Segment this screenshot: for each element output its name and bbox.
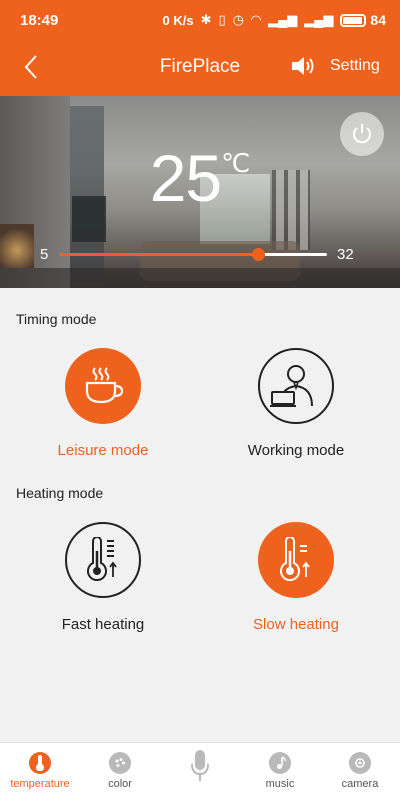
status-bar: 18:49 0 K/s ✱ ▯ ◷ ◠ ▂▄▆ ▂▄▆ 84 [0, 0, 400, 40]
bottom-navigation: temperature color music camera [0, 742, 400, 800]
heating-mode-label: Heating mode [16, 485, 104, 501]
alarm-icon: ◷ [232, 12, 244, 27]
slow-heating-button[interactable]: Slow heating [206, 522, 386, 633]
coffee-cup-icon [85, 367, 124, 404]
nav-music[interactable]: music [240, 743, 320, 800]
fast-heating-label: Fast heating [61, 616, 145, 633]
leisure-mode-circle [65, 348, 141, 424]
battery-level: 84 [370, 12, 386, 28]
leisure-mode-button[interactable]: Leisure mode [13, 348, 193, 459]
bluetooth-icon: ✱ [200, 12, 212, 27]
signal-icon-2: ▂▄▆ [304, 12, 334, 27]
vibrate-icon: ▯ [218, 12, 226, 27]
status-icons: 0 K/s ✱ ▯ ◷ ◠ ▂▄▆ ▂▄▆ 84 [163, 12, 387, 28]
nav-color-label: color [108, 778, 132, 790]
working-mode-label: Working mode [247, 442, 345, 459]
nav-temperature-label: temperature [10, 778, 70, 790]
setting-button[interactable]: Setting [330, 57, 380, 75]
thermometer-icon [29, 752, 51, 774]
camera-icon [349, 752, 371, 774]
temperature-unit: ℃ [221, 148, 251, 178]
slow-heating-circle [258, 522, 334, 598]
wifi-icon: ◠ [250, 12, 261, 27]
nav-temperature[interactable]: temperature [0, 743, 80, 800]
palette-icon [109, 752, 131, 774]
battery-indicator: 84 [340, 12, 386, 28]
speaker-icon [292, 57, 314, 75]
signal-icon: ▂▄▆ [267, 12, 298, 27]
person-laptop-icon [270, 365, 313, 407]
nav-color[interactable]: color [80, 743, 160, 800]
top-bar: 18:49 0 K/s ✱ ▯ ◷ ◠ ▂▄▆ ▂▄▆ 84 FirePlace [0, 0, 400, 96]
title-row: FirePlace Setting [0, 40, 400, 96]
temperature-slider[interactable] [60, 248, 327, 261]
microphone-icon [190, 749, 210, 781]
temperature-display: 25℃ [0, 140, 400, 216]
thermometer-slow-icon [280, 537, 310, 582]
temperature-value: 25 [149, 141, 222, 215]
status-time: 18:49 [20, 11, 59, 29]
nav-microphone[interactable] [160, 743, 240, 800]
thermometer-fast-icon [87, 537, 117, 582]
nav-music-label: music [265, 778, 295, 790]
working-mode-circle [258, 348, 334, 424]
slider-thumb[interactable] [251, 248, 265, 261]
network-speed: 0 K/s [162, 12, 194, 28]
music-note-icon [269, 752, 291, 774]
slider-max-label: 32 [337, 246, 354, 263]
battery-icon [340, 13, 367, 27]
nav-camera-label: camera [341, 778, 379, 790]
slow-heating-label: Slow heating [253, 616, 339, 633]
speaker-button[interactable] [290, 54, 316, 78]
fast-heating-button[interactable]: Fast heating [13, 522, 193, 633]
fast-heating-circle [65, 522, 141, 598]
timing-mode-label: Timing mode [16, 311, 97, 327]
leisure-mode-label: Leisure mode [57, 442, 149, 459]
slider-min-label: 5 [40, 246, 49, 263]
nav-camera[interactable]: camera [320, 743, 400, 800]
slider-fill [60, 253, 258, 256]
working-mode-button[interactable]: Working mode [206, 348, 386, 459]
